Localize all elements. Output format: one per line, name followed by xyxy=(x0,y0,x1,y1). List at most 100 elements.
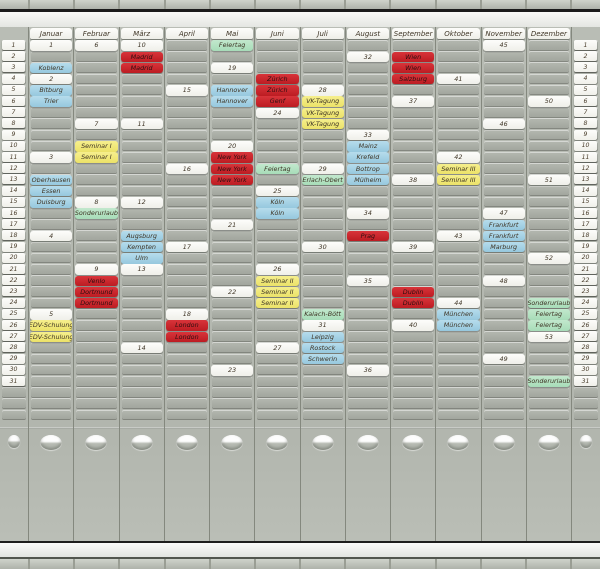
t-card-blue[interactable]: Krefeld xyxy=(347,152,389,162)
t-card-blue[interactable]: München xyxy=(437,309,479,319)
t-card-white[interactable]: 7 xyxy=(75,119,117,129)
t-card-white[interactable]: 39 xyxy=(392,242,434,252)
t-card-blue[interactable]: Essen xyxy=(30,186,72,196)
t-card-blue[interactable]: Trier xyxy=(30,96,72,106)
t-card-green[interactable]: Sonderurlaub xyxy=(528,376,570,386)
t-card-white[interactable]: 14 xyxy=(121,343,163,353)
t-card-green[interactable]: Sonderurlaub xyxy=(528,298,570,308)
t-card-white[interactable]: 12 xyxy=(121,197,163,207)
t-card-blue[interactable]: Leipzig xyxy=(302,332,344,342)
t-card-white[interactable]: 52 xyxy=(528,253,570,263)
t-card-white[interactable]: 32 xyxy=(347,52,389,62)
t-card-white[interactable]: 10 xyxy=(121,40,163,50)
t-card-white[interactable]: 34 xyxy=(347,208,389,218)
t-card-blue[interactable]: Kempten xyxy=(121,242,163,252)
t-card-white[interactable]: 17 xyxy=(166,242,208,252)
t-card-white[interactable]: 28 xyxy=(302,85,344,95)
t-card-red[interactable]: Madrid xyxy=(121,52,163,62)
t-card-white[interactable]: 36 xyxy=(347,365,389,375)
t-card-green[interactable]: Feiertag xyxy=(528,320,570,330)
t-card-white[interactable]: 27 xyxy=(256,343,298,353)
t-card-yellow[interactable]: Seminar I xyxy=(75,141,117,151)
t-card-red[interactable]: London xyxy=(166,320,208,330)
t-card-blue[interactable]: Duisburg xyxy=(30,197,72,207)
t-card-blue[interactable]: Oberhausen xyxy=(30,175,72,185)
t-card-yellow[interactable]: VK-Tagung xyxy=(302,119,344,129)
t-card-blue[interactable]: Marburg xyxy=(483,242,525,252)
t-card-white[interactable]: 16 xyxy=(166,164,208,174)
t-card-blue[interactable]: Bitburg xyxy=(30,85,72,95)
t-card-white[interactable]: 48 xyxy=(483,276,525,286)
t-card-yellow[interactable]: Seminar II xyxy=(256,276,298,286)
t-card-blue[interactable]: Ulm xyxy=(121,253,163,263)
t-card-white[interactable]: 30 xyxy=(302,242,344,252)
t-card-yellow[interactable]: EDV-Schulung xyxy=(30,332,72,342)
t-card-white[interactable]: 22 xyxy=(211,287,253,297)
t-card-red[interactable]: Wien xyxy=(392,63,434,73)
t-card-red[interactable]: London xyxy=(166,332,208,342)
t-card-blue[interactable]: Koblenz xyxy=(30,63,72,73)
t-card-yellow[interactable]: Seminar II xyxy=(256,298,298,308)
t-card-red[interactable]: Wien xyxy=(392,52,434,62)
t-card-white[interactable]: 26 xyxy=(256,264,298,274)
t-card-white[interactable]: 38 xyxy=(392,175,434,185)
t-card-red[interactable]: Zürich xyxy=(256,85,298,95)
t-card-red[interactable]: Salzburg xyxy=(392,74,434,84)
t-card-white[interactable]: 18 xyxy=(166,309,208,319)
t-card-red[interactable]: New York xyxy=(211,175,253,185)
t-card-yellow[interactable]: VK-Tagung xyxy=(302,96,344,106)
t-card-yellow[interactable]: Seminar I xyxy=(75,152,117,162)
t-card-white[interactable]: 53 xyxy=(528,332,570,342)
t-card-white[interactable]: 19 xyxy=(211,63,253,73)
t-card-white[interactable]: 8 xyxy=(75,197,117,207)
t-card-green[interactable]: Feiertag xyxy=(211,40,253,50)
t-card-red[interactable]: Genf xyxy=(256,96,298,106)
t-card-white[interactable]: 50 xyxy=(528,96,570,106)
t-card-blue[interactable]: Rostock xyxy=(302,343,344,353)
t-card-blue[interactable]: Köln xyxy=(256,208,298,218)
t-card-green[interactable]: Sonderurlaub xyxy=(75,208,117,218)
t-card-white[interactable]: 31 xyxy=(302,320,344,330)
t-card-white[interactable]: 25 xyxy=(256,186,298,196)
t-card-white[interactable]: 23 xyxy=(211,365,253,375)
t-card-blue[interactable]: Frankfurt xyxy=(483,231,525,241)
t-card-blue[interactable]: Augsburg xyxy=(121,231,163,241)
t-card-white[interactable]: 46 xyxy=(483,119,525,129)
t-card-white[interactable]: 43 xyxy=(437,231,479,241)
t-card-blue[interactable]: Mainz xyxy=(347,141,389,151)
t-card-white[interactable]: 40 xyxy=(392,320,434,330)
t-card-white[interactable]: 41 xyxy=(437,74,479,84)
t-card-white[interactable]: 49 xyxy=(483,354,525,364)
t-card-white[interactable]: 51 xyxy=(528,175,570,185)
t-card-white[interactable]: 33 xyxy=(347,130,389,140)
t-card-blue[interactable]: Bottrop xyxy=(347,164,389,174)
t-card-green[interactable]: Feiertag xyxy=(528,309,570,319)
t-card-white[interactable]: 45 xyxy=(483,40,525,50)
t-card-yellow[interactable]: Seminar III xyxy=(437,175,479,185)
t-card-white[interactable]: 37 xyxy=(392,96,434,106)
t-card-yellow[interactable]: Seminar III xyxy=(437,164,479,174)
t-card-white[interactable]: 2 xyxy=(30,74,72,84)
t-card-white[interactable]: 4 xyxy=(30,231,72,241)
t-card-blue[interactable]: Hannover xyxy=(211,96,253,106)
t-card-blue[interactable]: Schwerin xyxy=(302,354,344,364)
t-card-white[interactable]: 21 xyxy=(211,220,253,230)
t-card-red[interactable]: Prag xyxy=(347,231,389,241)
t-card-red[interactable]: Madrid xyxy=(121,63,163,73)
t-card-yellow[interactable]: VK-Tagung xyxy=(302,108,344,118)
t-card-blue[interactable]: Hannover xyxy=(211,85,253,95)
t-card-white[interactable]: 44 xyxy=(437,298,479,308)
t-card-green[interactable]: Feiertag xyxy=(256,164,298,174)
t-card-white[interactable]: 15 xyxy=(166,85,208,95)
t-card-blue[interactable]: Frankfurt xyxy=(483,220,525,230)
t-card-white[interactable]: 1 xyxy=(30,40,72,50)
t-card-white[interactable]: 5 xyxy=(30,309,72,319)
t-card-white[interactable]: 11 xyxy=(121,119,163,129)
t-card-red[interactable]: Dortmund xyxy=(75,298,117,308)
t-card-yellow[interactable]: EDV-Schulung xyxy=(30,320,72,330)
t-card-red[interactable]: Dublin xyxy=(392,298,434,308)
t-card-white[interactable]: 35 xyxy=(347,276,389,286)
t-card-blue[interactable]: München xyxy=(437,320,479,330)
t-card-white[interactable]: 24 xyxy=(256,108,298,118)
t-card-red[interactable]: New York xyxy=(211,164,253,174)
